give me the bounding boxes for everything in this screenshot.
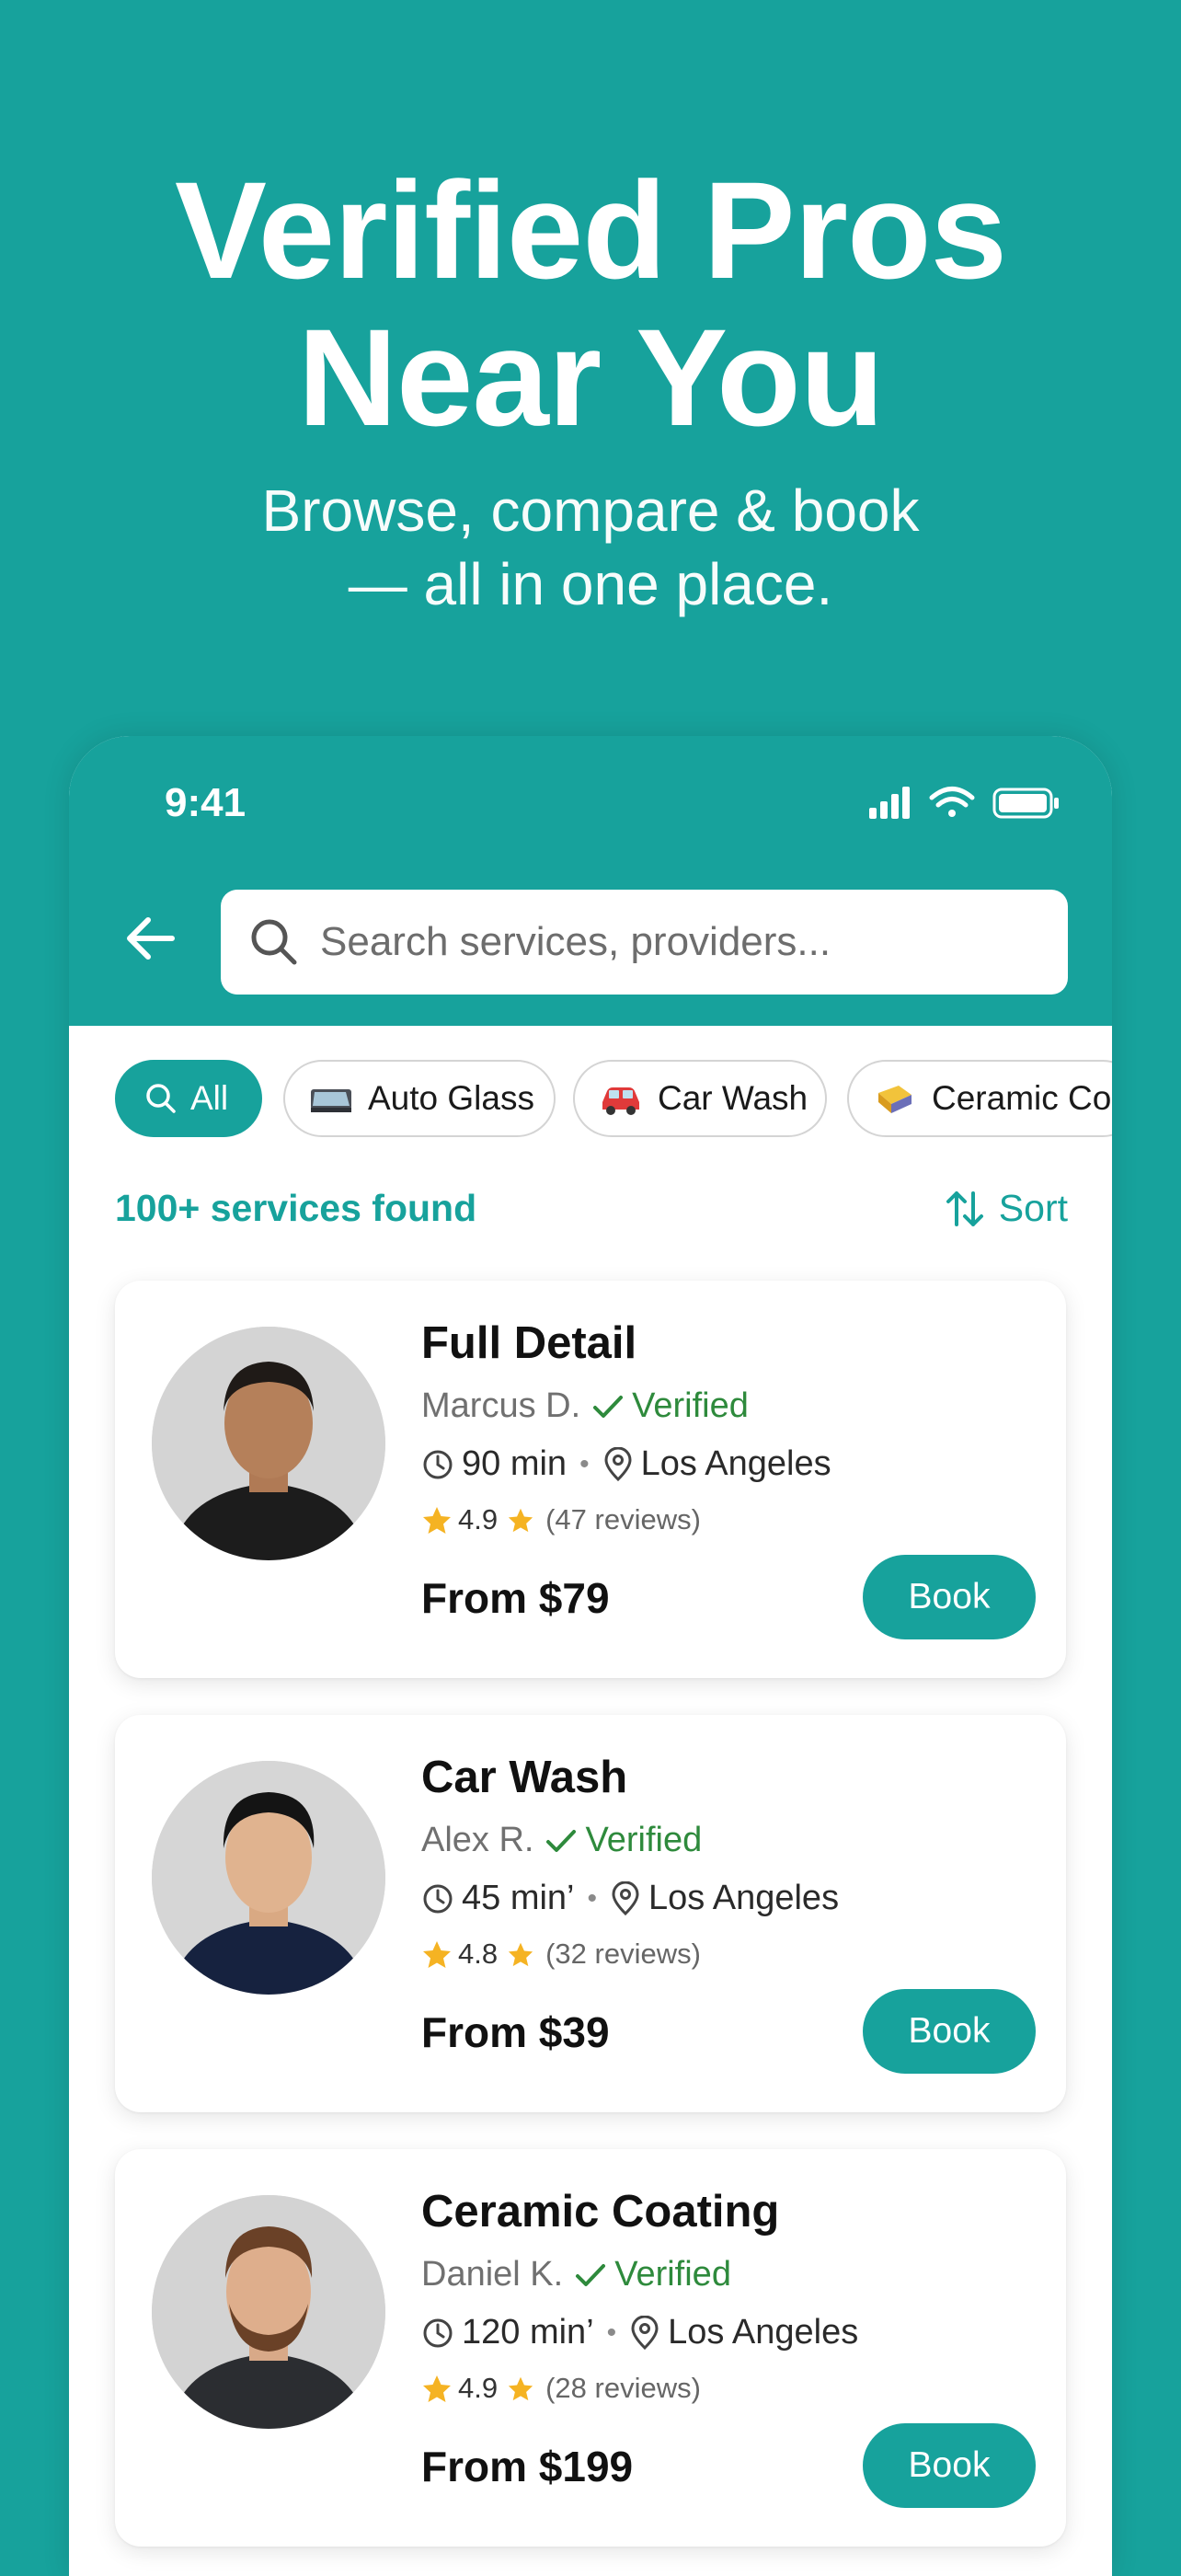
chip-car-wash[interactable]: Car Wash [573, 1060, 827, 1137]
service-location: Los Angeles [648, 1879, 840, 1917]
rating-value: 4.9 [458, 1503, 499, 1535]
separator-dot: • [587, 1882, 598, 1914]
hero-title-line-1: Verified Pros [174, 153, 1007, 307]
hero-subtitle: Browse, compare & book — all in one plac… [0, 474, 1181, 621]
service-duration: 120 min’ [462, 2313, 594, 2352]
provider-name: Marcus D. [421, 1386, 581, 1425]
verified-label: Verified [614, 2255, 731, 2294]
verified-label: Verified [585, 1821, 703, 1859]
clock-icon [423, 2318, 453, 2347]
service-price: From $39 [421, 2008, 610, 2056]
rating-value: 4.8 [458, 1938, 499, 1970]
status-time: 9:41 [165, 780, 247, 825]
star-icon [508, 1508, 533, 1533]
service-location: Los Angeles [640, 1444, 831, 1483]
results-header: 100+ services found Sort [115, 1187, 1068, 1242]
separator-dot: • [606, 2317, 617, 2348]
search-bar[interactable] [221, 890, 1068, 995]
provider-row: Marcus D. Verified [421, 1386, 749, 1426]
check-icon [546, 1829, 577, 1852]
star-icon [423, 2375, 451, 2402]
provider-avatar [152, 1327, 385, 1560]
hero-subtitle-line-1: Browse, compare & book [261, 477, 920, 544]
service-duration: 45 min’ [462, 1879, 575, 1917]
service-meta: 120 min’ • Los Angeles [421, 2313, 858, 2352]
star-icon [423, 1507, 451, 1534]
verified-label: Verified [632, 1386, 749, 1425]
chip-label: Car Wash [658, 1079, 808, 1117]
rating-row: 4.9 (47 reviews) [421, 1503, 701, 1536]
service-title: Car Wash [421, 1753, 628, 1802]
sort-button[interactable]: Sort [944, 1187, 1068, 1230]
chip-auto-glass[interactable]: Auto Glass [283, 1060, 556, 1137]
chip-label: Auto Glass [368, 1079, 534, 1117]
service-price: From $199 [421, 2443, 634, 2490]
car-icon [602, 1087, 639, 1115]
book-button[interactable]: Book [863, 2423, 1036, 2508]
hero-section: Verified Pros Near You Browse, compare &… [0, 0, 1181, 718]
verified-badge: Verified [591, 1386, 749, 1426]
rating-value: 4.9 [458, 2372, 499, 2404]
service-meta: 90 min • Los Angeles [421, 1444, 831, 1484]
star-icon [423, 1941, 451, 1968]
sort-icon [946, 1190, 983, 1226]
check-icon [576, 2263, 606, 2286]
auto-glass-icon [311, 1089, 351, 1112]
service-card[interactable]: Full Detail Marcus D. Verified 90 min • … [115, 1281, 1066, 1678]
service-location: Los Angeles [668, 2313, 859, 2352]
results-count: 100+ services found [115, 1187, 477, 1229]
provider-avatar [152, 2195, 385, 2429]
rating-row: 4.9 (28 reviews) [421, 2372, 701, 2405]
sort-label: Sort [998, 1187, 1068, 1229]
star-icon [508, 2376, 533, 2401]
star-icon [508, 1942, 533, 1967]
book-button[interactable]: Book [863, 1555, 1036, 1639]
search-icon [146, 1084, 176, 1113]
review-count: (28 reviews) [545, 2372, 701, 2404]
check-icon [593, 1395, 624, 1418]
chip-label: All [190, 1079, 229, 1117]
provider-name: Alex R. [421, 1821, 534, 1859]
verified-badge: Verified [574, 2255, 731, 2294]
location-pin-icon [604, 1446, 632, 1481]
status-bar-icons [869, 787, 1059, 819]
service-title: Full Detail [421, 1318, 637, 1368]
provider-avatar [152, 1761, 385, 1995]
hero-subtitle-line-2: — all in one place. [348, 551, 833, 617]
category-chips: All Auto Glass Car Wash Ceramic Coa [115, 1060, 1112, 1137]
service-price: From $79 [421, 1574, 610, 1622]
clock-icon [423, 1450, 453, 1478]
chip-ceramic-coating[interactable]: Ceramic Coa [847, 1060, 1112, 1137]
back-arrow-icon[interactable] [115, 902, 189, 975]
location-pin-icon [631, 2315, 659, 2350]
search-input[interactable] [320, 919, 1056, 965]
review-count: (47 reviews) [545, 1503, 701, 1535]
chip-all[interactable]: All [115, 1060, 262, 1137]
hero-title: Verified Pros Near You [0, 156, 1181, 451]
provider-row: Daniel K. Verified [421, 2255, 731, 2294]
provider-name: Daniel K. [421, 2255, 564, 2294]
separator-dot: • [579, 1448, 590, 1479]
hero-title-line-2: Near You [297, 300, 885, 454]
ceramic-coating-icon [878, 1086, 912, 1113]
wifi-icon [929, 787, 975, 817]
battery-icon [992, 788, 1059, 819]
service-title: Ceramic Coating [421, 2187, 780, 2237]
service-duration: 90 min [462, 1444, 568, 1483]
clock-icon [423, 1884, 453, 1913]
signal-icon [869, 787, 910, 819]
search-icon [251, 919, 297, 965]
rating-row: 4.8 (32 reviews) [421, 1938, 701, 1971]
chip-label: Ceramic Coa [932, 1079, 1112, 1117]
review-count: (32 reviews) [545, 1938, 701, 1970]
service-meta: 45 min’ • Los Angeles [421, 1879, 839, 1918]
book-button[interactable]: Book [863, 1989, 1036, 2074]
service-card[interactable]: Ceramic Coating Daniel K. Verified 120 m… [115, 2149, 1066, 2547]
service-card[interactable]: Car Wash Alex R. Verified 45 min’ • Los … [115, 1715, 1066, 2112]
verified-badge: Verified [545, 1821, 702, 1860]
phone-mockup: 9:41 Search services, providers... All A… [69, 736, 1112, 2576]
app-header: 9:41 [69, 736, 1112, 1026]
location-pin-icon [612, 1880, 639, 1915]
provider-row: Alex R. Verified [421, 1821, 702, 1860]
